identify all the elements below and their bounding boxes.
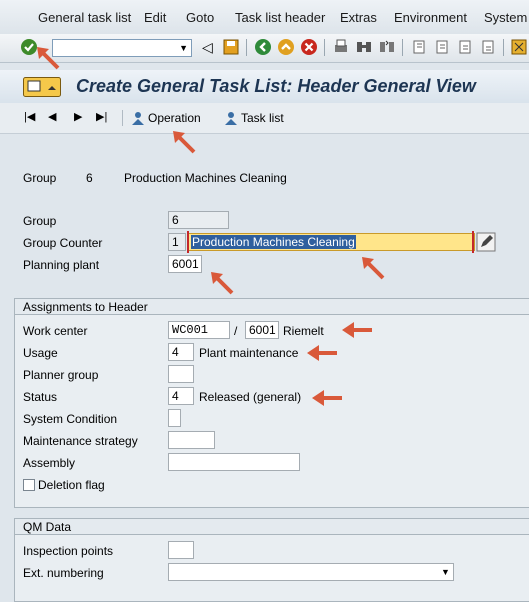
group-counter-field: 1 <box>168 233 186 251</box>
annotation-arrow-icon <box>211 272 234 295</box>
standard-toolbar: ▼ ◁ <box>0 34 529 63</box>
annotation-arrow-icon <box>342 322 372 338</box>
last-page-icon[interactable] <box>479 38 497 56</box>
dropdown-arrow-icon[interactable]: ▼ <box>179 43 188 53</box>
menu-general-task-list[interactable]: General task list <box>38 10 131 25</box>
work-center-plant-field[interactable]: 6001 <box>245 321 279 339</box>
planning-plant-field[interactable]: 6001 <box>168 255 202 273</box>
status-text: Released (general) <box>199 390 302 404</box>
ext-numbering-label: Ext. numbering <box>23 566 104 580</box>
deletion-flag-label: Deletion flag <box>38 478 105 492</box>
summary-group-value: 6 <box>86 171 93 185</box>
application-toolbar: |◀ ◀ ▶ ▶| Operation Task list <box>0 103 529 134</box>
task-list-description-field[interactable]: Production Machines Cleaning <box>187 233 475 251</box>
summary-description: Production Machines Cleaning <box>124 171 287 185</box>
long-text-edit-icon[interactable] <box>476 232 496 252</box>
inspection-points-label: Inspection points <box>23 544 114 558</box>
first-page-icon[interactable] <box>410 38 428 56</box>
find-next-icon[interactable] <box>378 38 396 56</box>
command-field[interactable]: ▼ <box>52 39 192 57</box>
page-title: Create General Task List: Header General… <box>76 76 476 96</box>
group-label: Group <box>23 214 57 228</box>
status-field[interactable]: 4 <box>168 387 194 405</box>
usage-text: Plant maintenance <box>199 346 299 360</box>
inspection-points-field[interactable] <box>168 541 194 559</box>
exit-icon[interactable] <box>277 38 295 56</box>
qm-data-header: QM Data <box>14 518 529 535</box>
back-icon[interactable] <box>254 38 272 56</box>
menu-system[interactable]: System <box>484 10 527 25</box>
task-list-icon <box>225 112 237 125</box>
usage-field[interactable]: 4 <box>168 343 194 361</box>
annotation-arrow-icon <box>173 131 196 154</box>
ext-numbering-dropdown-icon[interactable]: ▼ <box>441 567 450 577</box>
print-icon[interactable] <box>332 38 350 56</box>
find-icon[interactable] <box>355 38 373 56</box>
last-icon[interactable]: ▶| <box>96 110 107 123</box>
menu-extras[interactable]: Extras <box>340 10 377 25</box>
menu-environment[interactable]: Environment <box>394 10 467 25</box>
planner-group-field[interactable] <box>168 365 194 383</box>
back-arrow-icon[interactable]: ◁ <box>202 39 220 57</box>
work-center-field[interactable]: WC001 <box>168 321 230 339</box>
first-icon[interactable]: |◀ <box>24 110 35 123</box>
menu-goto[interactable]: Goto <box>186 10 214 25</box>
summary-group-label: Group <box>23 171 57 185</box>
assignments-header: Assignments to Header <box>14 298 529 315</box>
status-label: Status <box>23 390 58 404</box>
system-condition-field[interactable] <box>168 409 181 427</box>
qm-data-title: QM Data <box>23 520 72 534</box>
assignments-title: Assignments to Header <box>23 300 148 314</box>
cancel-icon[interactable] <box>300 38 318 56</box>
system-condition-label: System Condition <box>23 412 118 426</box>
operation-icon <box>132 112 144 125</box>
deletion-flag-checkbox[interactable] <box>23 479 35 491</box>
create-session-icon[interactable] <box>510 38 528 56</box>
work-center-label: Work center <box>23 324 88 338</box>
assembly-label: Assembly <box>23 456 76 470</box>
screen-menu-icon[interactable] <box>23 77 61 97</box>
annotation-arrow-icon <box>312 390 342 406</box>
save-icon[interactable] <box>222 38 240 56</box>
next-page-icon[interactable] <box>456 38 474 56</box>
planner-group-label: Planner group <box>23 368 99 382</box>
assembly-field[interactable] <box>168 453 300 471</box>
operation-label: Operation <box>148 111 201 125</box>
ext-numbering-select[interactable] <box>168 563 454 581</box>
menu-edit[interactable]: Edit <box>144 10 166 25</box>
group-field: 6 <box>168 211 229 229</box>
work-center-slash: / <box>234 324 238 338</box>
group-counter-label: Group Counter <box>23 236 103 250</box>
usage-label: Usage <box>23 346 58 360</box>
next-icon[interactable]: ▶ <box>74 110 82 123</box>
work-center-text: Riemelt <box>283 324 324 338</box>
task-list-label: Task list <box>241 111 284 125</box>
task-list-description-text: Production Machines Cleaning <box>191 235 356 249</box>
maintenance-strategy-label: Maintenance strategy <box>23 434 138 448</box>
maintenance-strategy-field[interactable] <box>168 431 215 449</box>
previous-page-icon[interactable] <box>433 38 451 56</box>
annotation-arrow-icon <box>362 257 385 280</box>
planning-plant-label: Planning plant <box>23 258 100 272</box>
menu-task-list-header[interactable]: Task list header <box>235 10 325 25</box>
annotation-arrow-icon <box>307 345 337 361</box>
annotation-arrow-icon <box>37 47 60 70</box>
title-bar: Create General Task List: Header General… <box>0 70 529 103</box>
previous-icon[interactable]: ◀ <box>48 110 56 123</box>
menu-bar: General task list Edit Goto Task list he… <box>0 0 529 34</box>
